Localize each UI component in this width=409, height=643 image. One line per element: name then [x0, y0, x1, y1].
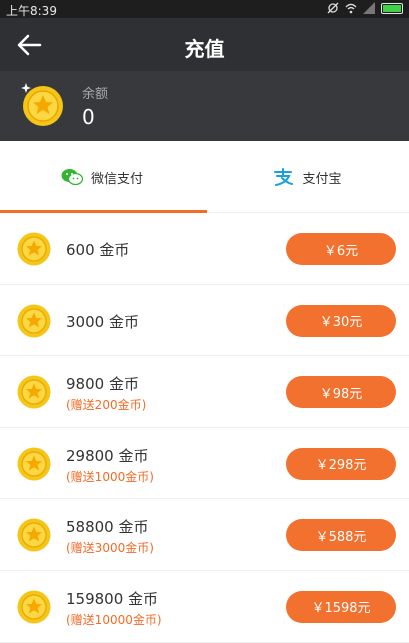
- balance-value: 0: [82, 105, 95, 129]
- buy-button[interactable]: ￥30元: [286, 304, 396, 337]
- gold-coin-icon: [17, 375, 51, 409]
- balance-label: 余额: [82, 87, 109, 102]
- buy-button[interactable]: ￥1598元: [286, 590, 396, 623]
- buy-button[interactable]: ￥98元: [286, 376, 396, 409]
- package-coins: 600 金币: [66, 241, 130, 259]
- package-coins: 58800 金币: [66, 518, 149, 537]
- package-row: 58800 金币 (赠送3000金币) ￥588元: [0, 499, 409, 571]
- sync-off-icon: [327, 2, 339, 14]
- gold-coin-icon: [21, 83, 63, 126]
- battery-icon: [381, 2, 403, 14]
- gold-coin-icon: [17, 447, 51, 481]
- tab-alipay[interactable]: 支付宝: [205, 141, 409, 213]
- gold-coin-icon: [17, 304, 51, 338]
- package-coins: 9800 金币: [66, 375, 139, 394]
- package-row: 29800 金币 (赠送1000金币) ￥298元: [0, 427, 409, 500]
- package-row: 159800 金币 (赠送10000金币) ￥1598元: [0, 570, 409, 643]
- package-row: 600 金币 ￥6元: [0, 213, 409, 285]
- balance-panel: 余额 0: [0, 71, 409, 141]
- buy-button[interactable]: ￥298元: [286, 447, 396, 480]
- status-bar: 上午8:39: [0, 0, 409, 18]
- signal-icon: [363, 2, 375, 14]
- tab-wechat-pay[interactable]: 微信支付: [0, 141, 204, 213]
- buy-button[interactable]: ￥6元: [286, 233, 396, 265]
- gold-coin-icon: [17, 518, 51, 552]
- package-list: 600 金币 ￥6元 3000 金币 ￥30元 9800 金币 (赠送200金币) ￥98元…: [0, 213, 409, 643]
- package-row: 9800 金币 (赠送200金币) ￥98元: [0, 356, 409, 428]
- package-coins: 29800 金币: [66, 446, 149, 465]
- app-bar: 充值: [0, 18, 409, 71]
- status-time: 上午8:39: [6, 4, 57, 18]
- tab-alipay-label: 支付宝: [302, 171, 342, 187]
- package-coins: 159800 金币: [66, 589, 159, 608]
- buy-button[interactable]: ￥588元: [286, 519, 396, 552]
- payment-tabs: 微信支付 支付宝: [0, 141, 409, 213]
- page-title: 充值: [184, 37, 225, 61]
- package-bonus: (赠送200金币): [66, 398, 147, 413]
- package-coins: 3000 金币: [66, 312, 139, 331]
- package-bonus: (赠送10000金币): [66, 612, 162, 627]
- gold-coin-icon: [17, 590, 51, 624]
- alipay-icon: [274, 168, 294, 186]
- tab-wechat-pay-label: 微信支付: [90, 171, 143, 187]
- wechat-icon: [61, 169, 83, 186]
- status-icons: [327, 2, 403, 14]
- wifi-icon: [345, 3, 357, 14]
- package-row: 3000 金币 ￥30元: [0, 284, 409, 357]
- gold-coin-icon: [17, 232, 51, 266]
- package-bonus: (赠送3000金币): [66, 541, 154, 556]
- package-bonus: (赠送1000金币): [66, 469, 154, 484]
